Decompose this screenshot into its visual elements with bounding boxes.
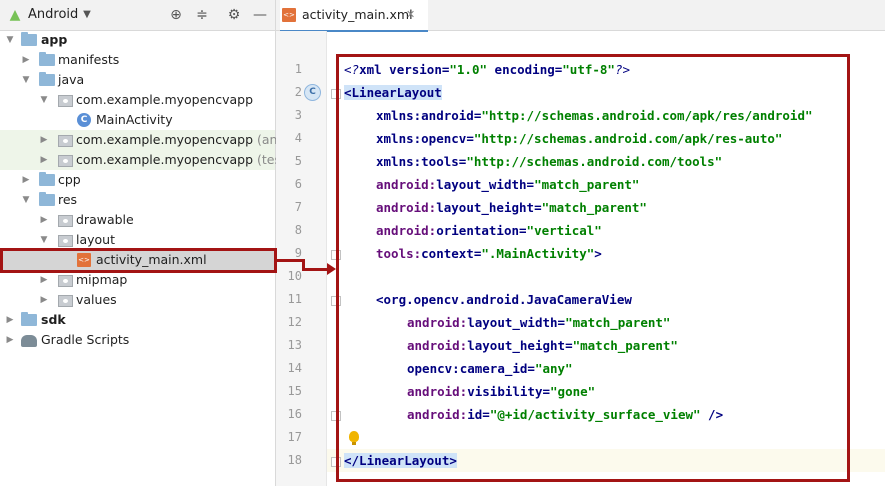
collapse-arrow-icon[interactable]: ▶ (38, 210, 50, 230)
line-number: 6 (294, 177, 302, 191)
annotation-file-box (0, 248, 277, 273)
tree-item-gradle-scripts[interactable]: ▶ Gradle Scripts (0, 330, 275, 350)
line-number: 4 (294, 131, 302, 145)
project-view-selector[interactable]: Android (28, 0, 78, 30)
package-icon (58, 135, 73, 147)
collapse-icon[interactable]: ≑ (193, 0, 211, 30)
tree-item-package-test[interactable]: ▶ com.example.myopencvapp (test) (0, 150, 291, 170)
tree-item-app[interactable]: ▼ app (0, 30, 275, 50)
module-folder-icon (21, 32, 37, 46)
package-icon (58, 155, 73, 167)
gradle-elephant-icon (21, 335, 37, 347)
folder-icon (58, 235, 73, 247)
xml-file-icon: <> (282, 8, 296, 22)
line-number: 17 (287, 430, 302, 444)
tree-item-package-main[interactable]: ▼ com.example.myopencvapp (0, 90, 275, 110)
expand-arrow-icon[interactable]: ▼ (20, 190, 32, 210)
line-number: 7 (294, 200, 302, 214)
folder-icon (39, 172, 55, 186)
folder-icon (58, 275, 73, 287)
tab-activity-main-xml[interactable]: <> activity_main.xml ✕ (280, 0, 428, 32)
tree-item-manifests[interactable]: ▶ manifests (0, 50, 275, 70)
annotation-arrowhead-icon (327, 263, 336, 275)
line-number: 14 (287, 361, 302, 375)
collapse-arrow-icon[interactable]: ▶ (4, 330, 16, 350)
tree-item-mipmap[interactable]: ▶ mipmap (0, 270, 275, 290)
gear-icon[interactable]: ⚙ (225, 0, 243, 30)
annotation-arrow (302, 268, 328, 271)
folder-icon (58, 215, 73, 227)
line-number: 11 (287, 292, 302, 306)
collapse-arrow-icon[interactable]: ▶ (38, 270, 50, 290)
expand-arrow-icon[interactable]: ▼ (20, 70, 32, 90)
collapse-arrow-icon[interactable]: ▶ (20, 50, 32, 70)
folder-icon (39, 52, 55, 66)
annotation-arrow (277, 259, 303, 262)
line-number: 13 (287, 338, 302, 352)
resource-folder-icon (39, 192, 55, 206)
class-marker-icon[interactable]: C (304, 84, 321, 101)
tree-item-mainactivity[interactable]: C MainActivity (0, 110, 275, 130)
close-icon[interactable]: ✕ (406, 0, 415, 30)
annotation-code-box (336, 54, 850, 482)
minimize-icon[interactable]: — (251, 0, 269, 30)
line-number: 8 (294, 223, 302, 237)
tree-item-java[interactable]: ▼ java (0, 70, 275, 90)
chevron-down-icon[interactable]: ▼ (78, 0, 96, 30)
expand-arrow-icon[interactable]: ▼ (38, 230, 50, 250)
collapse-arrow-icon[interactable]: ▶ (38, 150, 50, 170)
line-number: 1 (294, 62, 302, 76)
collapse-arrow-icon[interactable]: ▶ (38, 130, 50, 150)
class-icon: C (77, 113, 91, 127)
collapse-arrow-icon[interactable]: ▶ (20, 170, 32, 190)
line-number: 16 (287, 407, 302, 421)
project-panel-toolbar: ▲ Android ▼ ⊕ ≑ ⚙ — (0, 0, 275, 31)
line-number: 2 (294, 85, 302, 99)
module-folder-icon (21, 312, 37, 326)
line-number: 10 (287, 269, 302, 283)
expand-arrow-icon[interactable]: ▼ (4, 30, 16, 50)
tree-item-cpp[interactable]: ▶ cpp (0, 170, 275, 190)
line-number: 12 (287, 315, 302, 329)
collapse-arrow-icon[interactable]: ▶ (38, 290, 50, 310)
line-number: 3 (294, 108, 302, 122)
android-icon: ▲ (9, 7, 21, 23)
tree-item-res[interactable]: ▼ res (0, 190, 275, 210)
tree-item-layout[interactable]: ▼ layout (0, 230, 275, 250)
tree-item-drawable[interactable]: ▶ drawable (0, 210, 275, 230)
line-number: 15 (287, 384, 302, 398)
collapse-arrow-icon[interactable]: ▶ (4, 310, 16, 330)
tree-item-package-androidtest[interactable]: ▶ com.example.myopencvapp (androic (0, 130, 308, 150)
package-icon (58, 95, 73, 107)
folder-icon (58, 295, 73, 307)
line-number: 18 (287, 453, 302, 467)
target-icon[interactable]: ⊕ (167, 0, 185, 30)
tree-item-sdk[interactable]: ▶ sdk (0, 310, 275, 330)
line-number: 5 (294, 154, 302, 168)
expand-arrow-icon[interactable]: ▼ (38, 90, 50, 110)
folder-icon (39, 72, 55, 86)
tree-item-values[interactable]: ▶ values (0, 290, 275, 310)
